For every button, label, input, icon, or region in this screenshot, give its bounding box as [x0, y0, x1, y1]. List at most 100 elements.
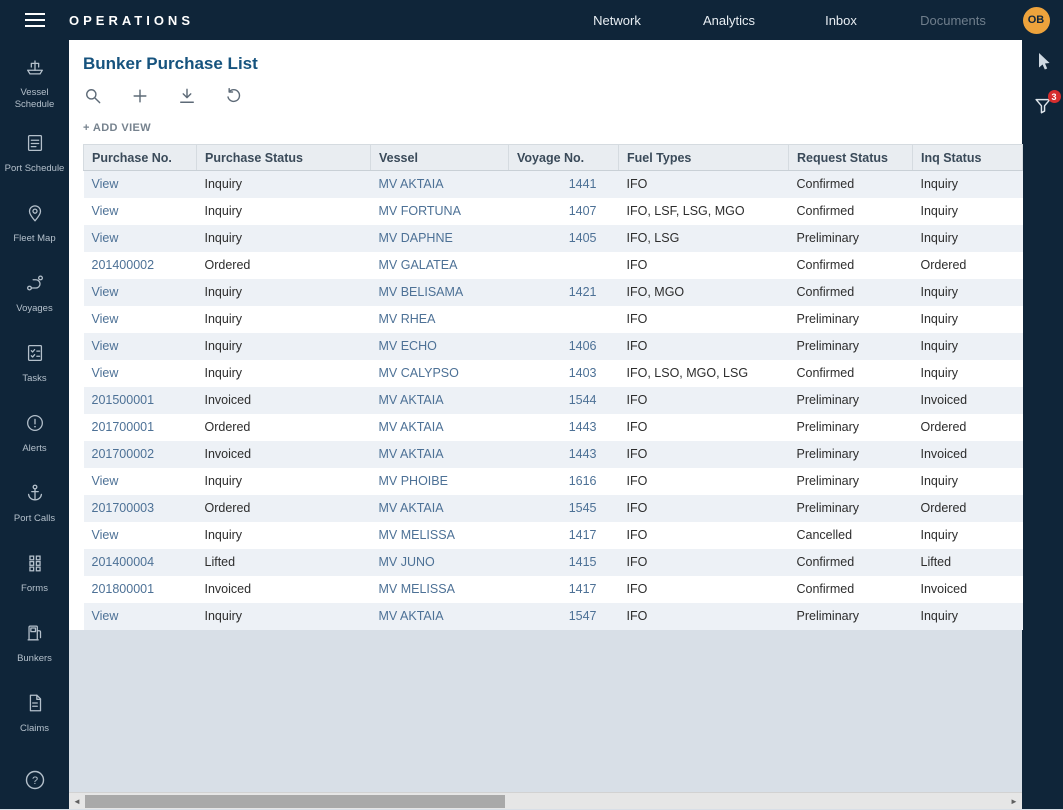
column-header[interactable]: Vessel [371, 145, 509, 171]
table-row[interactable]: 201800001InvoicedMV MELISSA1417IFOConfir… [84, 576, 1023, 603]
vessel-link[interactable]: MV AKTAIA [379, 447, 444, 461]
vessel-link[interactable]: MV MELISSA [379, 582, 455, 596]
purchase_no-link[interactable]: View [92, 312, 119, 326]
table-row[interactable]: ViewInquiryMV AKTAIA1547IFOPreliminaryIn… [84, 603, 1023, 630]
purchase_no-link[interactable]: View [92, 528, 119, 542]
column-header[interactable]: Request Status [789, 145, 913, 171]
table-row[interactable]: ViewInquiryMV RHEAIFOPreliminaryInquiry [84, 306, 1023, 333]
column-header[interactable]: Purchase Status [197, 145, 371, 171]
nav-item-network[interactable]: Network [561, 13, 673, 28]
vessel-link[interactable]: MV PHOIBE [379, 474, 448, 488]
purchase_no-link[interactable]: 201400004 [92, 555, 155, 569]
voyage_no-link[interactable]: 1545 [569, 501, 597, 515]
sidebar-item-tasks[interactable]: Tasks [0, 328, 69, 398]
purchase_no-link[interactable]: 201500001 [92, 393, 155, 407]
table-row[interactable]: ViewInquiryMV ECHO1406IFOPreliminaryInqu… [84, 333, 1023, 360]
filter-icon[interactable]: 3 [1032, 95, 1054, 122]
column-header[interactable]: Fuel Types [619, 145, 789, 171]
sidebar-item-claims[interactable]: Claims [0, 678, 69, 748]
vessel-link[interactable]: MV AKTAIA [379, 420, 444, 434]
voyage_no-link[interactable]: 1406 [569, 339, 597, 353]
vessel-link[interactable]: MV AKTAIA [379, 177, 444, 191]
voyage_no-link[interactable]: 1407 [569, 204, 597, 218]
purchase_no-link[interactable]: View [92, 177, 119, 191]
nav-item-analytics[interactable]: Analytics [673, 13, 785, 28]
search-icon[interactable] [83, 86, 103, 106]
add-icon[interactable] [130, 86, 150, 106]
purchase_no-link[interactable]: 201700001 [92, 420, 155, 434]
voyage_no-link[interactable]: 1417 [569, 528, 597, 542]
horizontal-scrollbar[interactable]: ◄ ► [69, 792, 1022, 809]
table-row[interactable]: ViewInquiryMV BELISAMA1421IFO, MGOConfir… [84, 279, 1023, 306]
table-row[interactable]: ViewInquiryMV MELISSA1417IFOCancelledInq… [84, 522, 1023, 549]
vessel-link[interactable]: MV CALYPSO [379, 366, 459, 380]
table-row[interactable]: 201400002OrderedMV GALATEAIFOConfirmedOr… [84, 252, 1023, 279]
voyage_no-link[interactable]: 1616 [569, 474, 597, 488]
nav-item-inbox[interactable]: Inbox [785, 13, 897, 28]
vessel-link[interactable]: MV GALATEA [379, 258, 458, 272]
purchase_no-link[interactable]: 201800001 [92, 582, 155, 596]
vessel-link[interactable]: MV AKTAIA [379, 393, 444, 407]
vessel-link[interactable]: MV ECHO [379, 339, 437, 353]
voyage_no-link[interactable]: 1547 [569, 609, 597, 623]
vessel-link[interactable]: MV MELISSA [379, 528, 455, 542]
column-header[interactable]: Voyage No. [509, 145, 619, 171]
purchase_no-link[interactable]: 201400002 [92, 258, 155, 272]
table-row[interactable]: ViewInquiryMV PHOIBE1616IFOPreliminaryIn… [84, 468, 1023, 495]
scrollbar-thumb[interactable] [85, 795, 505, 808]
table-row[interactable]: ViewInquiryMV AKTAIA1441IFOConfirmedInqu… [84, 171, 1023, 198]
table-row[interactable]: 201500001InvoicedMV AKTAIA1544IFOPrelimi… [84, 387, 1023, 414]
vessel-link[interactable]: MV FORTUNA [379, 204, 461, 218]
sidebar-item-alerts[interactable]: Alerts [0, 398, 69, 468]
reset-icon[interactable] [224, 86, 244, 106]
voyage_no-link[interactable]: 1421 [569, 285, 597, 299]
help-icon[interactable]: ? [23, 768, 47, 797]
table-row[interactable]: 201700002InvoicedMV AKTAIA1443IFOPrelimi… [84, 441, 1023, 468]
voyage_no-link[interactable]: 1417 [569, 582, 597, 596]
purchase_no-link[interactable]: 201700003 [92, 501, 155, 515]
voyage_no-link[interactable]: 1405 [569, 231, 597, 245]
sidebar-item-bunkers[interactable]: Bunkers [0, 608, 69, 678]
hamburger-icon[interactable] [0, 13, 69, 27]
voyage_no-link[interactable]: 1415 [569, 555, 597, 569]
purchase_no-link[interactable]: View [92, 339, 119, 353]
purchase_no-link[interactable]: View [92, 366, 119, 380]
sidebar-item-port-schedule[interactable]: Port Schedule [0, 118, 69, 188]
cursor-icon[interactable] [1031, 50, 1055, 79]
purchase_no-link[interactable]: View [92, 474, 119, 488]
table-row[interactable]: ViewInquiryMV FORTUNA1407IFO, LSF, LSG, … [84, 198, 1023, 225]
vessel-link[interactable]: MV RHEA [379, 312, 436, 326]
purchase_no-link[interactable]: View [92, 285, 119, 299]
purchase_no-link[interactable]: 201700002 [92, 447, 155, 461]
voyage_no-link[interactable]: 1443 [569, 420, 597, 434]
column-header[interactable]: Purchase No. [84, 145, 197, 171]
user-avatar[interactable]: OB [1023, 7, 1050, 34]
vessel-link[interactable]: MV AKTAIA [379, 609, 444, 623]
purchase_no-link[interactable]: View [92, 231, 119, 245]
vessel-link[interactable]: MV DAPHNE [379, 231, 453, 245]
purchase_no-link[interactable]: View [92, 609, 119, 623]
voyage_no-link[interactable]: 1443 [569, 447, 597, 461]
voyage_no-link[interactable]: 1544 [569, 393, 597, 407]
purchase_no-link[interactable]: View [92, 204, 119, 218]
voyage_no-link[interactable]: 1441 [569, 177, 597, 191]
sidebar-item-forms[interactable]: Forms [0, 538, 69, 608]
sidebar-item-fleet-map[interactable]: Fleet Map [0, 188, 69, 258]
sidebar-item-voyages[interactable]: Voyages [0, 258, 69, 328]
vessel-link[interactable]: MV AKTAIA [379, 501, 444, 515]
add-view-button[interactable]: + ADD VIEW [83, 122, 1022, 134]
scroll-left-arrow[interactable]: ◄ [69, 793, 85, 810]
table-row[interactable]: 201400004LiftedMV JUNO1415IFOConfirmedLi… [84, 549, 1023, 576]
scroll-right-arrow[interactable]: ► [1006, 793, 1022, 810]
sidebar-item-vessel-schedule[interactable]: Vessel Schedule [0, 48, 69, 118]
table-row[interactable]: ViewInquiryMV DAPHNE1405IFO, LSGPrelimin… [84, 225, 1023, 252]
vessel-link[interactable]: MV JUNO [379, 555, 435, 569]
voyage_no-link[interactable]: 1403 [569, 366, 597, 380]
vessel-link[interactable]: MV BELISAMA [379, 285, 464, 299]
table-row[interactable]: 201700001OrderedMV AKTAIA1443IFOPrelimin… [84, 414, 1023, 441]
column-header[interactable]: Inq Status [913, 145, 1023, 171]
sidebar-item-port-calls[interactable]: Port Calls [0, 468, 69, 538]
table-row[interactable]: 201700003OrderedMV AKTAIA1545IFOPrelimin… [84, 495, 1023, 522]
nav-item-documents[interactable]: Documents [897, 13, 1009, 28]
download-icon[interactable] [177, 86, 197, 106]
